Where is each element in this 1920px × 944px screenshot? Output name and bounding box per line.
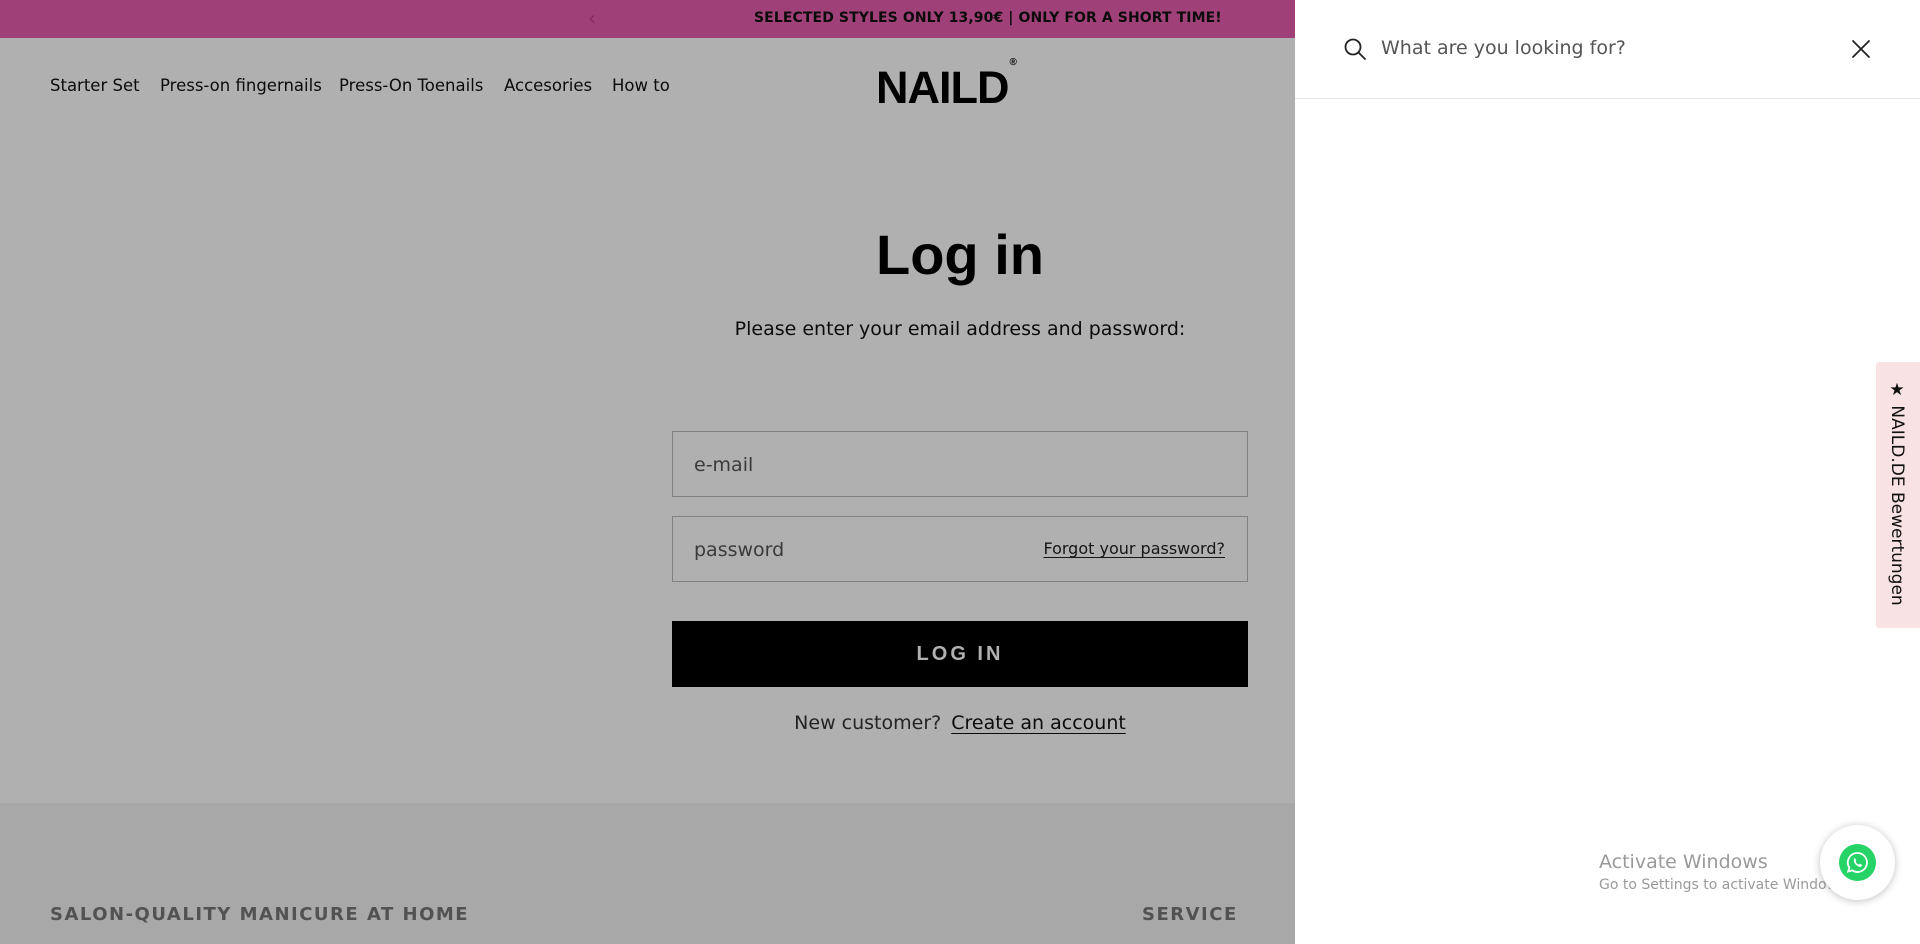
reviews-tab-label: ★ NAILD.DE Bewertungen <box>1887 380 1907 606</box>
search-drawer <box>1295 0 1920 944</box>
reviews-tab[interactable]: ★ NAILD.DE Bewertungen <box>1876 362 1920 628</box>
search-icon <box>1344 38 1366 60</box>
dim-overlay[interactable] <box>0 0 1295 944</box>
whatsapp-icon <box>1839 844 1876 881</box>
close-icon[interactable] <box>1850 38 1872 60</box>
watermark-line-1: Activate Windows <box>1599 851 1768 873</box>
windows-watermark: Activate Windows Go to Settings to activ… <box>1599 851 1850 893</box>
search-input[interactable] <box>1381 30 1821 66</box>
search-bar <box>1295 0 1920 99</box>
watermark-line-2: Go to Settings to activate Windows. <box>1599 877 1850 893</box>
whatsapp-button[interactable] <box>1820 825 1895 900</box>
